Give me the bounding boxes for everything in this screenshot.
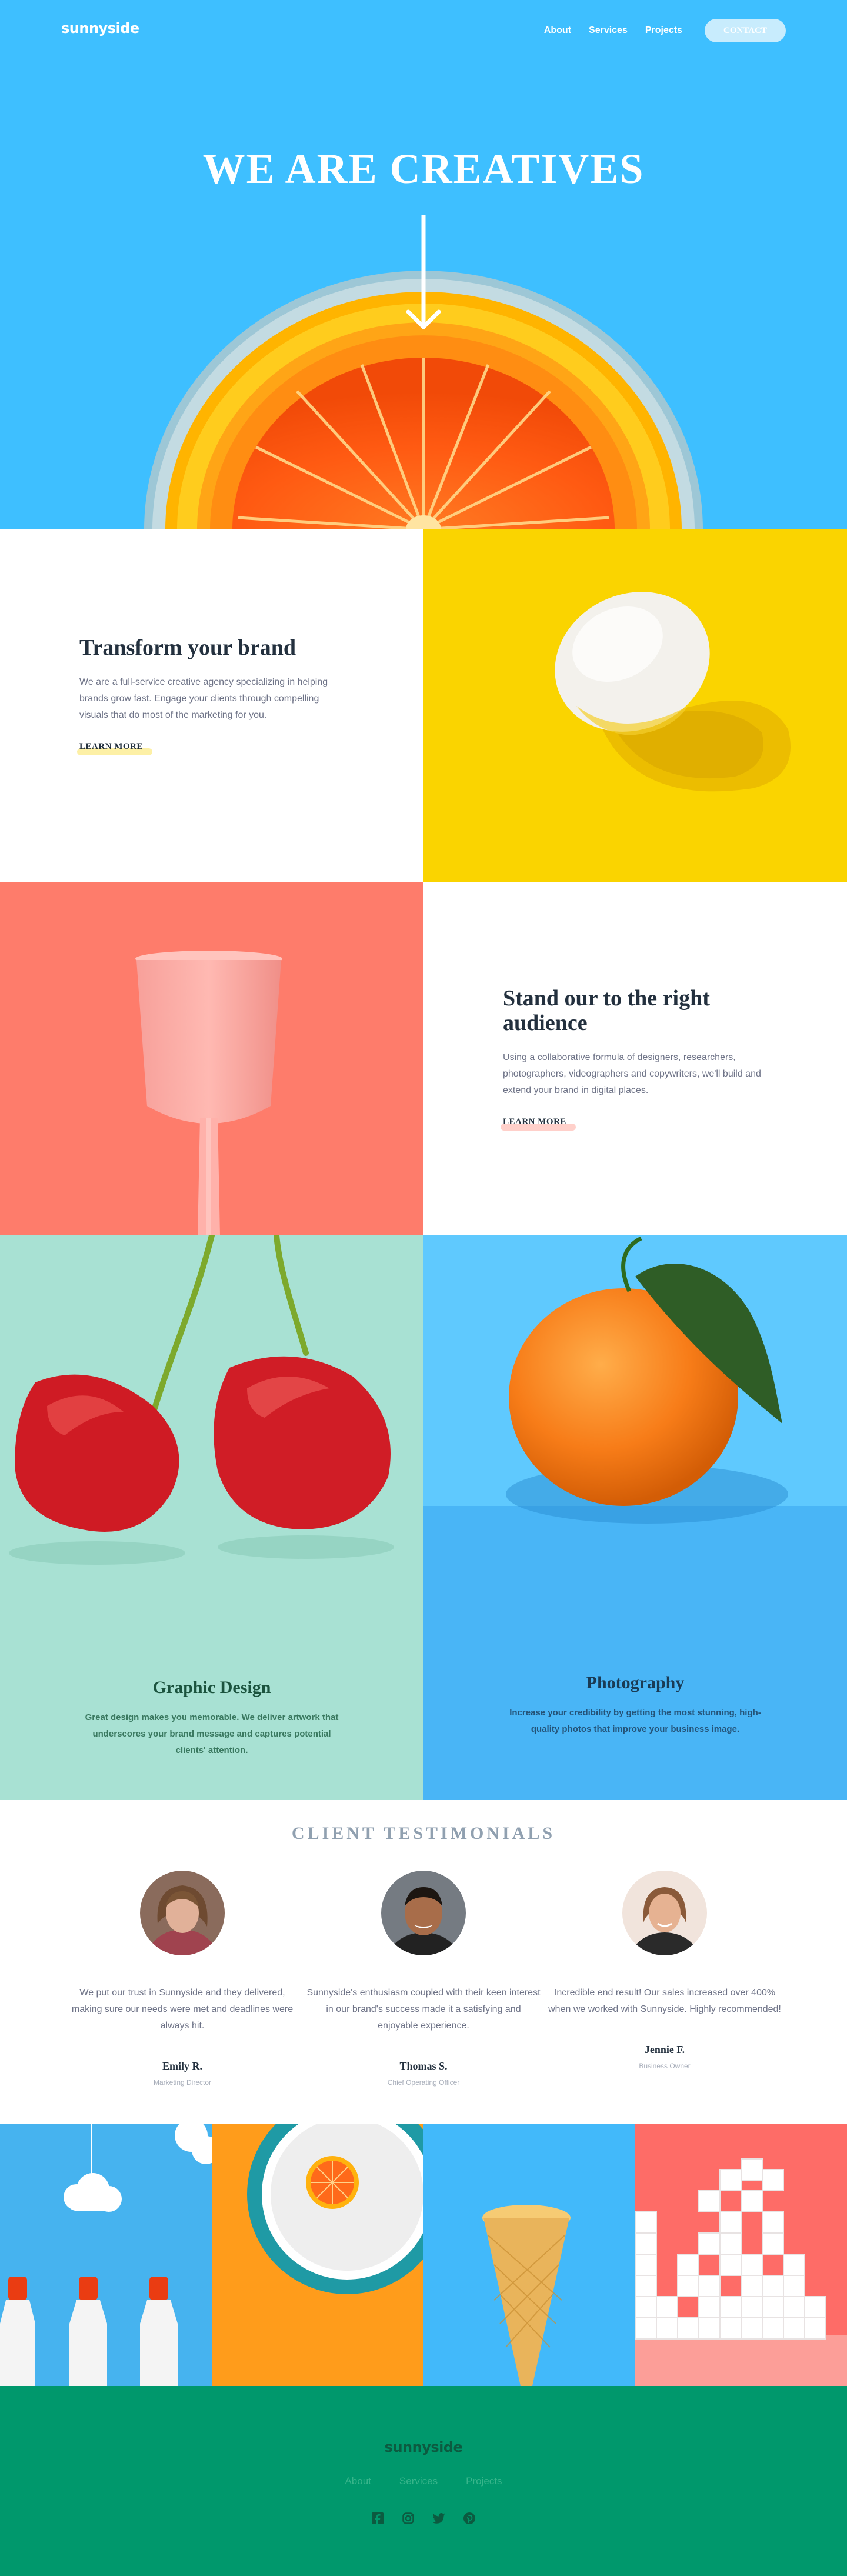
audience-text: Stand our to the right audience Using a … <box>501 986 773 1131</box>
audience-body: Using a collaborative formula of designe… <box>503 1052 761 1095</box>
footer-logo[interactable]: sunnyside <box>0 2439 847 2455</box>
nav-link-about[interactable]: About <box>544 25 571 36</box>
testimonials-list: We put our trust in Sunnyside and they d… <box>65 1871 782 2087</box>
twitter-icon[interactable] <box>432 2512 445 2525</box>
nav-links: About Services Projects <box>544 25 682 36</box>
graphic-design-title: Graphic Design <box>152 1678 271 1697</box>
testimonial-role: Chief Operating Officer <box>387 2078 460 2087</box>
top-nav: sunnyside About Services Projects Contac… <box>0 18 847 44</box>
testimonials-section: Client testimonials We put our trust in … <box>0 1800 847 2124</box>
audience-title: Stand our to the right audience <box>503 986 710 1035</box>
transform-learn-more-wrap: Learn more <box>77 741 152 755</box>
photography-desc: Increase your credibility by getting the… <box>509 1708 761 1734</box>
audience-section: Stand our to the right audience Using a … <box>0 882 847 1235</box>
footer-link-projects[interactable]: Projects <box>466 2475 502 2487</box>
hero-section: sunnyside About Services Projects Contac… <box>0 0 847 529</box>
testimonial-quote: We put our trust in Sunnyside and they d… <box>71 1988 294 2031</box>
egg-image <box>555 592 791 792</box>
nav-link-projects[interactable]: Projects <box>645 25 682 36</box>
social-links <box>0 2512 847 2525</box>
testimonial-role: Business Owner <box>639 2062 691 2070</box>
graphic-design-desc: Great design makes you memorable. We del… <box>85 1712 339 1755</box>
photography-caption: Photography Increase your credibility by… <box>424 1673 847 1738</box>
testimonial-card: Sunnyside's enthusiasm coupled with thei… <box>306 1871 541 2087</box>
gallery-sugar-cubes <box>635 2124 847 2386</box>
testimonials-heading: Client testimonials <box>291 1824 556 1843</box>
avatar-jennie <box>622 1871 707 1955</box>
footer-link-services[interactable]: Services <box>399 2475 438 2487</box>
site-logo[interactable]: sunnyside <box>61 20 139 36</box>
transform-section: Transform your brand We are a full-servi… <box>0 529 847 882</box>
testimonial-name: Thomas S. <box>399 2060 448 2072</box>
gallery-milk-bottles <box>0 2124 212 2386</box>
testimonial-name: Emily R. <box>162 2060 202 2072</box>
footer-links: About Services Projects <box>0 2475 847 2487</box>
gallery-orange-bowl <box>212 2124 424 2386</box>
testimonial-name: Jennie F. <box>644 2044 685 2055</box>
avatar-emily <box>140 1871 225 1955</box>
transform-body: We are a full-service creative agency sp… <box>79 677 328 720</box>
hero-title: WE ARE CREATIVES <box>202 145 645 192</box>
pinterest-icon[interactable] <box>463 2512 476 2525</box>
avatar-thomas <box>381 1871 466 1955</box>
transform-learn-more-link[interactable]: Learn more <box>79 742 143 751</box>
nav-link-services[interactable]: Services <box>589 25 628 36</box>
photography-title: Photography <box>586 1673 685 1692</box>
testimonial-card: We put our trust in Sunnyside and they d… <box>65 1871 300 2087</box>
transform-text: Transform your brand We are a full-servi… <box>77 635 350 755</box>
transform-text-panel: Transform your brand We are a full-servi… <box>0 529 424 882</box>
testimonial-quote: Incredible end result! Our sales increas… <box>548 1988 781 2014</box>
graphic-design-caption: Graphic Design Great design makes you me… <box>0 1678 424 1759</box>
footer-link-about[interactable]: About <box>345 2475 371 2487</box>
instagram-icon[interactable] <box>402 2512 415 2525</box>
gallery-ice-cream-cone <box>424 2124 635 2386</box>
audience-text-panel: Stand our to the right audience Using a … <box>424 882 847 1235</box>
photography-card: Photography Increase your credibility by… <box>424 1235 847 1800</box>
facebook-icon[interactable] <box>371 2512 384 2525</box>
glass-image-panel <box>0 882 424 1235</box>
testimonial-card: Incredible end result! Our sales increas… <box>547 1871 782 2087</box>
services-section: Graphic Design Great design makes you me… <box>0 1235 847 1800</box>
gallery-section <box>0 2124 847 2386</box>
testimonial-role: Marketing Director <box>153 2078 212 2087</box>
graphic-design-card: Graphic Design Great design makes you me… <box>0 1235 424 1800</box>
testimonial-quote: Sunnyside's enthusiasm coupled with thei… <box>306 1988 541 2031</box>
arrow-down-icon[interactable] <box>406 215 441 333</box>
transform-title: Transform your brand <box>79 635 296 660</box>
contact-button[interactable]: Contact <box>705 19 786 42</box>
pink-glass-image <box>0 882 424 1235</box>
site-footer: sunnyside About Services Projects <box>0 2386 847 2576</box>
audience-learn-more-wrap: Learn more <box>501 1117 576 1131</box>
audience-learn-more-link[interactable]: Learn more <box>503 1117 566 1127</box>
egg-image-panel <box>424 529 847 882</box>
